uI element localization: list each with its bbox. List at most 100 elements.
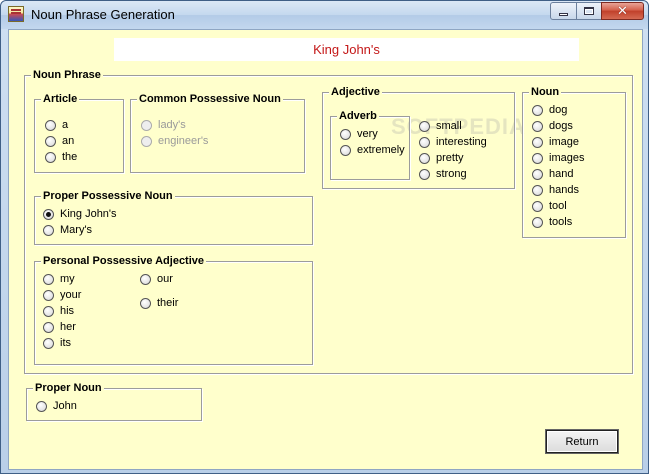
radio-button[interactable]	[43, 305, 54, 317]
radio-button[interactable]	[43, 289, 54, 301]
option-label: your	[60, 289, 82, 301]
noun-phrase-legend: Noun Phrase	[31, 68, 103, 82]
noun-radio-dog[interactable]: dog	[532, 103, 567, 117]
radio-button[interactable]	[419, 120, 430, 132]
close-icon: ✕	[617, 3, 628, 19]
noun-group: Noun dog dogs image images hand hands to…	[522, 85, 626, 238]
minimize-button[interactable]	[550, 2, 577, 20]
personal-radio-our[interactable]: our	[140, 272, 173, 286]
adjective-radio-pretty[interactable]: pretty	[419, 151, 464, 165]
window-title: Noun Phrase Generation	[31, 7, 175, 22]
app-window: Noun Phrase Generation ✕ King John's SOF…	[0, 0, 649, 474]
personal-radio-his[interactable]: his	[43, 304, 74, 318]
adverb-radio-very[interactable]: very	[340, 127, 378, 141]
adjective-radio-strong[interactable]: strong	[419, 167, 467, 181]
personal-radio-my[interactable]: my	[43, 272, 75, 286]
noun-radio-tool[interactable]: tool	[532, 199, 567, 213]
option-label: hand	[549, 168, 574, 180]
app-icon	[8, 6, 24, 22]
article-legend: Article	[41, 92, 80, 106]
close-button[interactable]: ✕	[601, 2, 644, 20]
adjective-radio-interesting[interactable]: interesting	[419, 135, 487, 149]
adjective-legend: Adjective	[329, 85, 382, 99]
radio-button[interactable]	[140, 297, 151, 309]
adjective-radio-small[interactable]: small	[419, 119, 462, 133]
radio-button[interactable]	[532, 120, 543, 132]
personal-radio-her[interactable]: her	[43, 320, 76, 334]
option-label: my	[60, 273, 75, 285]
option-label: pretty	[436, 152, 464, 164]
option-label: Mary's	[60, 224, 93, 236]
radio-button[interactable]	[419, 168, 430, 180]
option-label: John	[53, 400, 77, 412]
option-label: an	[62, 135, 75, 147]
radio-button[interactable]	[532, 200, 543, 212]
article-radio-the[interactable]: the	[45, 150, 77, 164]
common-radio-ladys: lady's	[141, 118, 186, 132]
proper-possessive-group: Proper Possessive Noun King John's Mary'…	[34, 189, 313, 245]
option-label: dogs	[549, 120, 573, 132]
article-group: Article a an the	[34, 92, 124, 173]
option-label: image	[549, 136, 579, 148]
radio-button[interactable]	[140, 273, 151, 285]
noun-radio-tools[interactable]: tools	[532, 215, 572, 229]
radio-button[interactable]	[43, 321, 54, 333]
radio-button-selected[interactable]	[43, 208, 54, 220]
option-label: interesting	[436, 136, 487, 148]
proper-noun-radio-john[interactable]: John	[36, 399, 77, 413]
radio-button[interactable]	[532, 168, 543, 180]
personal-radio-your[interactable]: your	[43, 288, 81, 302]
option-label: very	[357, 128, 378, 140]
option-label: hands	[549, 184, 579, 196]
maximize-button[interactable]	[576, 2, 602, 20]
title-bar[interactable]: Noun Phrase Generation ✕	[1, 1, 648, 29]
article-radio-an[interactable]: an	[45, 134, 74, 148]
proper-radio-king-johns[interactable]: King John's	[43, 207, 117, 221]
option-label: the	[62, 151, 78, 163]
radio-button[interactable]	[532, 184, 543, 196]
noun-radio-hands[interactable]: hands	[532, 183, 579, 197]
radio-button[interactable]	[419, 136, 430, 148]
option-label: a	[62, 119, 69, 131]
radio-button[interactable]	[532, 104, 543, 116]
noun-radio-images[interactable]: images	[532, 151, 584, 165]
personal-radio-their[interactable]: their	[140, 296, 178, 310]
radio-button[interactable]	[36, 400, 47, 412]
proper-possessive-legend: Proper Possessive Noun	[41, 189, 175, 203]
radio-button[interactable]	[43, 337, 54, 349]
option-label: images	[549, 152, 585, 164]
option-label: its	[60, 337, 71, 349]
proper-noun-legend: Proper Noun	[33, 381, 104, 395]
radio-button[interactable]	[340, 128, 351, 140]
adverb-legend: Adverb	[337, 109, 379, 123]
radio-button[interactable]	[43, 273, 54, 285]
personal-possessive-legend: Personal Possessive Adjective	[41, 254, 207, 268]
maximize-icon	[584, 7, 594, 15]
option-label: tools	[549, 216, 573, 228]
radio-button[interactable]	[532, 152, 543, 164]
article-radio-a[interactable]: a	[45, 118, 68, 132]
common-possessive-group: Common Possessive Noun lady's engineer's	[130, 92, 305, 173]
option-label: engineer's	[158, 135, 209, 147]
proper-radio-marys[interactable]: Mary's	[43, 223, 92, 237]
noun-radio-image[interactable]: image	[532, 135, 579, 149]
radio-button[interactable]	[43, 224, 54, 236]
radio-button[interactable]	[45, 135, 56, 147]
adverb-radio-extremely[interactable]: extremely	[340, 143, 405, 157]
radio-button	[141, 135, 152, 147]
minimize-icon	[559, 12, 568, 16]
option-label: King John's	[60, 208, 117, 220]
radio-button[interactable]	[45, 119, 56, 131]
option-label: extremely	[357, 144, 405, 156]
option-label: tool	[549, 200, 567, 212]
radio-button[interactable]	[45, 151, 56, 163]
return-button[interactable]: Return	[546, 430, 618, 453]
personal-radio-its[interactable]: its	[43, 336, 71, 350]
option-label: their	[157, 297, 179, 309]
noun-radio-hand[interactable]: hand	[532, 167, 573, 181]
radio-button[interactable]	[340, 144, 351, 156]
noun-radio-dogs[interactable]: dogs	[532, 119, 573, 133]
radio-button[interactable]	[532, 216, 543, 228]
radio-button[interactable]	[419, 152, 430, 164]
radio-button[interactable]	[532, 136, 543, 148]
